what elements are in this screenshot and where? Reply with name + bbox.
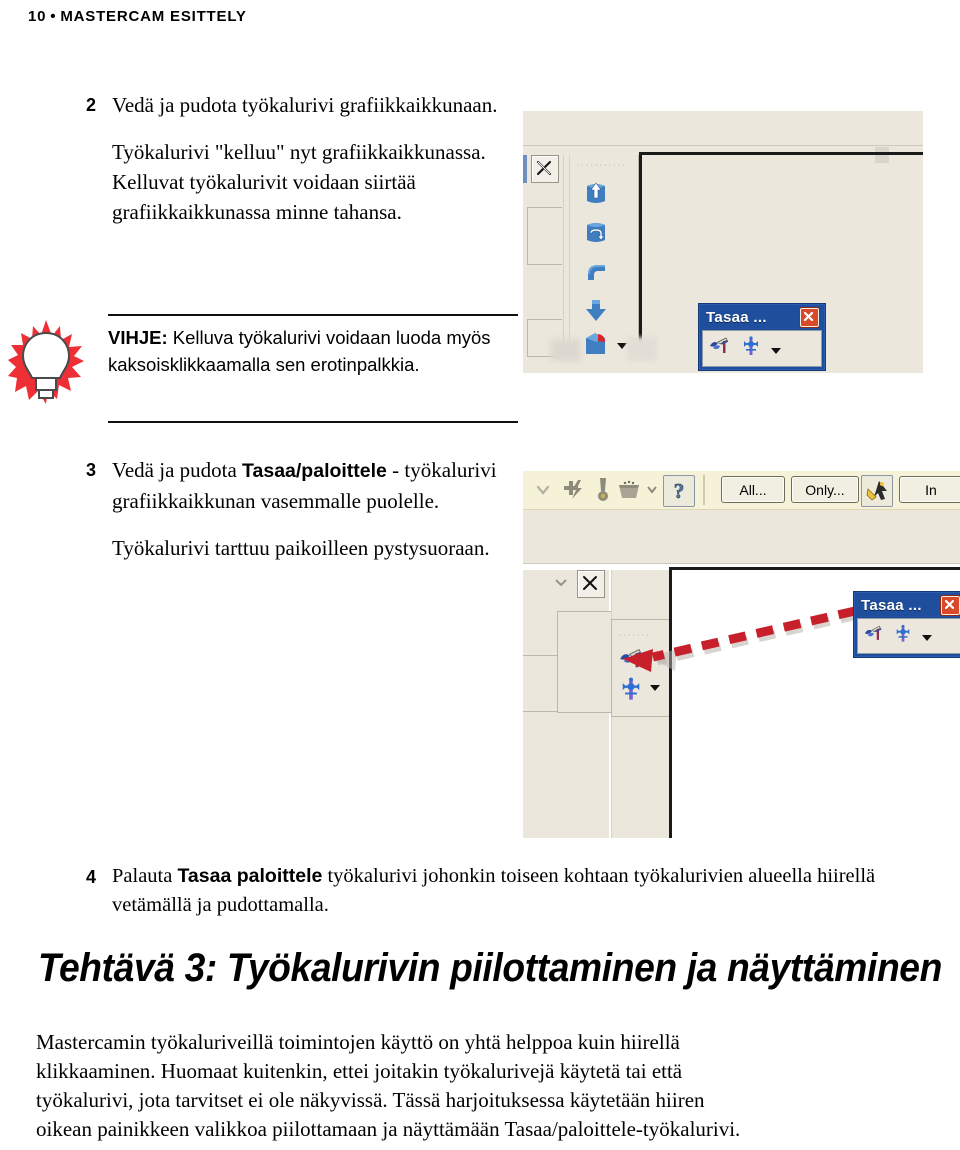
tip-rule-top — [108, 314, 518, 316]
step-4-number: 4 — [86, 867, 97, 887]
step-2-number: 2 — [86, 95, 97, 115]
step-4-body: Palauta Tasaa paloittele työkalurivi joh… — [112, 862, 956, 920]
header-title: MASTERCAM ESITTELY — [60, 8, 247, 25]
left-dock-divider-1 — [523, 655, 557, 656]
sweep-icon[interactable] — [581, 257, 611, 287]
app-blank-band-edge — [523, 563, 960, 564]
app-top-band-edge — [523, 145, 923, 146]
graphics-window-top-border — [641, 152, 923, 155]
svg-text:?: ? — [674, 479, 685, 503]
page-header: 10 • MASTERCAM ESITTELY — [28, 8, 247, 25]
all-button[interactable]: All... — [721, 476, 785, 503]
add-lightning-icon[interactable] — [559, 476, 587, 504]
floating-toolbar-buttons — [857, 618, 960, 654]
toolbar-grip-dots[interactable]: ··········· — [577, 162, 627, 169]
step-3: 3 Vedä ja pudota Tasaa/paloittele - työk… — [86, 455, 506, 563]
tip-rule-bottom — [108, 421, 518, 423]
app-blank-band — [523, 532, 960, 564]
closing-line-4: oikean painikkeen valikkoa piilottamaan … — [36, 1117, 741, 1141]
left-dock-panel-1 — [527, 207, 562, 265]
closing-line-1: Mastercamin työkaluriveillä toimintojen … — [36, 1030, 680, 1054]
chevron-down-icon[interactable] — [529, 476, 557, 504]
toolbar-close-x-icon[interactable] — [577, 570, 605, 598]
close-icon[interactable] — [800, 308, 819, 327]
step-3-lead: Vedä ja pudota Tasaa/paloittele - työkal… — [112, 455, 506, 516]
lower-toolbar-band — [523, 510, 960, 532]
loft-down-icon[interactable] — [581, 295, 611, 325]
extrude-up-icon[interactable] — [581, 177, 611, 207]
page-number: 10 — [28, 8, 47, 25]
bucket-dropdown-icon[interactable] — [645, 479, 659, 499]
docked-toolbar-screenshot: ? All... Only... In ······· Tasaa ... — [523, 471, 960, 838]
toolbar-overflow-caret-icon[interactable] — [617, 343, 627, 349]
floating-tasaa-toolbar[interactable]: Tasaa ... — [698, 303, 826, 371]
only-button[interactable]: Only... — [791, 476, 859, 503]
close-icon[interactable] — [941, 596, 960, 615]
step-3-lead-bold: Tasaa/paloittele — [242, 460, 387, 482]
floating-toolbar-title: Tasaa ... — [861, 597, 922, 614]
toolbar-close-x-icon[interactable] — [531, 155, 559, 183]
closing-line-2: klikkaaminen. Huomaat kuitenkin, ettei j… — [36, 1059, 683, 1083]
warning-medal-icon[interactable] — [589, 476, 617, 504]
floating-tasaa-toolbar[interactable]: Tasaa ... — [853, 591, 960, 658]
resize-handle-blur-1 — [551, 339, 581, 361]
floating-toolbar-screenshot: ··········· Tasaa ... — [523, 111, 923, 373]
step-2-body: Vedä ja pudota työkalurivi grafiikkaikku… — [112, 90, 506, 227]
section-title: Tehtävä 3: Työkalurivin piilottaminen ja… — [38, 946, 942, 990]
floating-toolbar-buttons — [702, 330, 822, 367]
left-dock-divider-2 — [523, 711, 557, 712]
graphics-window-left-border — [639, 152, 642, 352]
align-tool-icon[interactable] — [864, 624, 884, 648]
break-tool-icon[interactable] — [741, 335, 761, 362]
tip-text: VIHJE: Kelluva työkalurivi voidaan luoda… — [108, 324, 520, 378]
step-4-bold: Tasaa paloittele — [177, 865, 323, 887]
revolve-icon[interactable] — [581, 217, 611, 247]
select-cursor-icon[interactable] — [861, 475, 893, 507]
floating-toolbar-caret-icon[interactable] — [771, 347, 781, 354]
in-button[interactable]: In — [899, 476, 960, 503]
app-top-band — [523, 111, 923, 146]
step-2-detail: Työkalurivi "kelluu" nyt grafiikkaikkuna… — [112, 140, 486, 224]
graphics-window-top-border — [669, 567, 960, 570]
step-4-pre: Palauta — [112, 865, 178, 887]
step-4: 4 Palauta Tasaa paloittele työkalurivi j… — [86, 862, 956, 920]
resize-handle-blur-2 — [627, 337, 657, 361]
lightbulb-icon — [8, 320, 84, 406]
step-4-text: Palauta Tasaa paloittele työkalurivi joh… — [112, 862, 956, 920]
align-tool-icon[interactable] — [709, 336, 731, 361]
header-separator: • — [50, 8, 57, 25]
step-3-detail: Työkalurivi tarttuu paikoilleen pystysuo… — [112, 536, 490, 560]
step-3-body: Vedä ja pudota Tasaa/paloittele - työkal… — [112, 455, 506, 563]
bucket-icon[interactable] — [615, 476, 643, 504]
tip-label: VIHJE: — [108, 327, 168, 348]
step-3-lead-pre: Vedä ja pudota — [112, 458, 243, 482]
break-tool-icon[interactable] — [894, 623, 912, 649]
closing-paragraph: Mastercamin työkaluriveillä toimintojen … — [36, 1028, 948, 1144]
closing-line-3: työkalurivi, jota tarvitset ei ole näkyv… — [36, 1088, 705, 1112]
floating-toolbar-titlebar[interactable]: Tasaa ... — [857, 595, 960, 618]
boolean-icon[interactable] — [581, 329, 611, 359]
floating-toolbar-caret-icon[interactable] — [922, 635, 932, 641]
floating-toolbar-titlebar[interactable]: Tasaa ... — [702, 307, 822, 330]
help-question-icon[interactable]: ? — [663, 475, 695, 507]
step-2: 2 Vedä ja pudota työkalurivi grafiikkaik… — [86, 90, 506, 227]
window-resize-nub — [875, 147, 889, 163]
step-2-lead: Vedä ja pudota työkalurivi grafiikkaikku… — [112, 93, 498, 117]
dock-chevron-down-icon[interactable] — [553, 573, 569, 591]
step-3-number: 3 — [86, 460, 97, 480]
floating-toolbar-title: Tasaa ... — [706, 309, 767, 326]
toolbar-separator — [703, 475, 705, 505]
